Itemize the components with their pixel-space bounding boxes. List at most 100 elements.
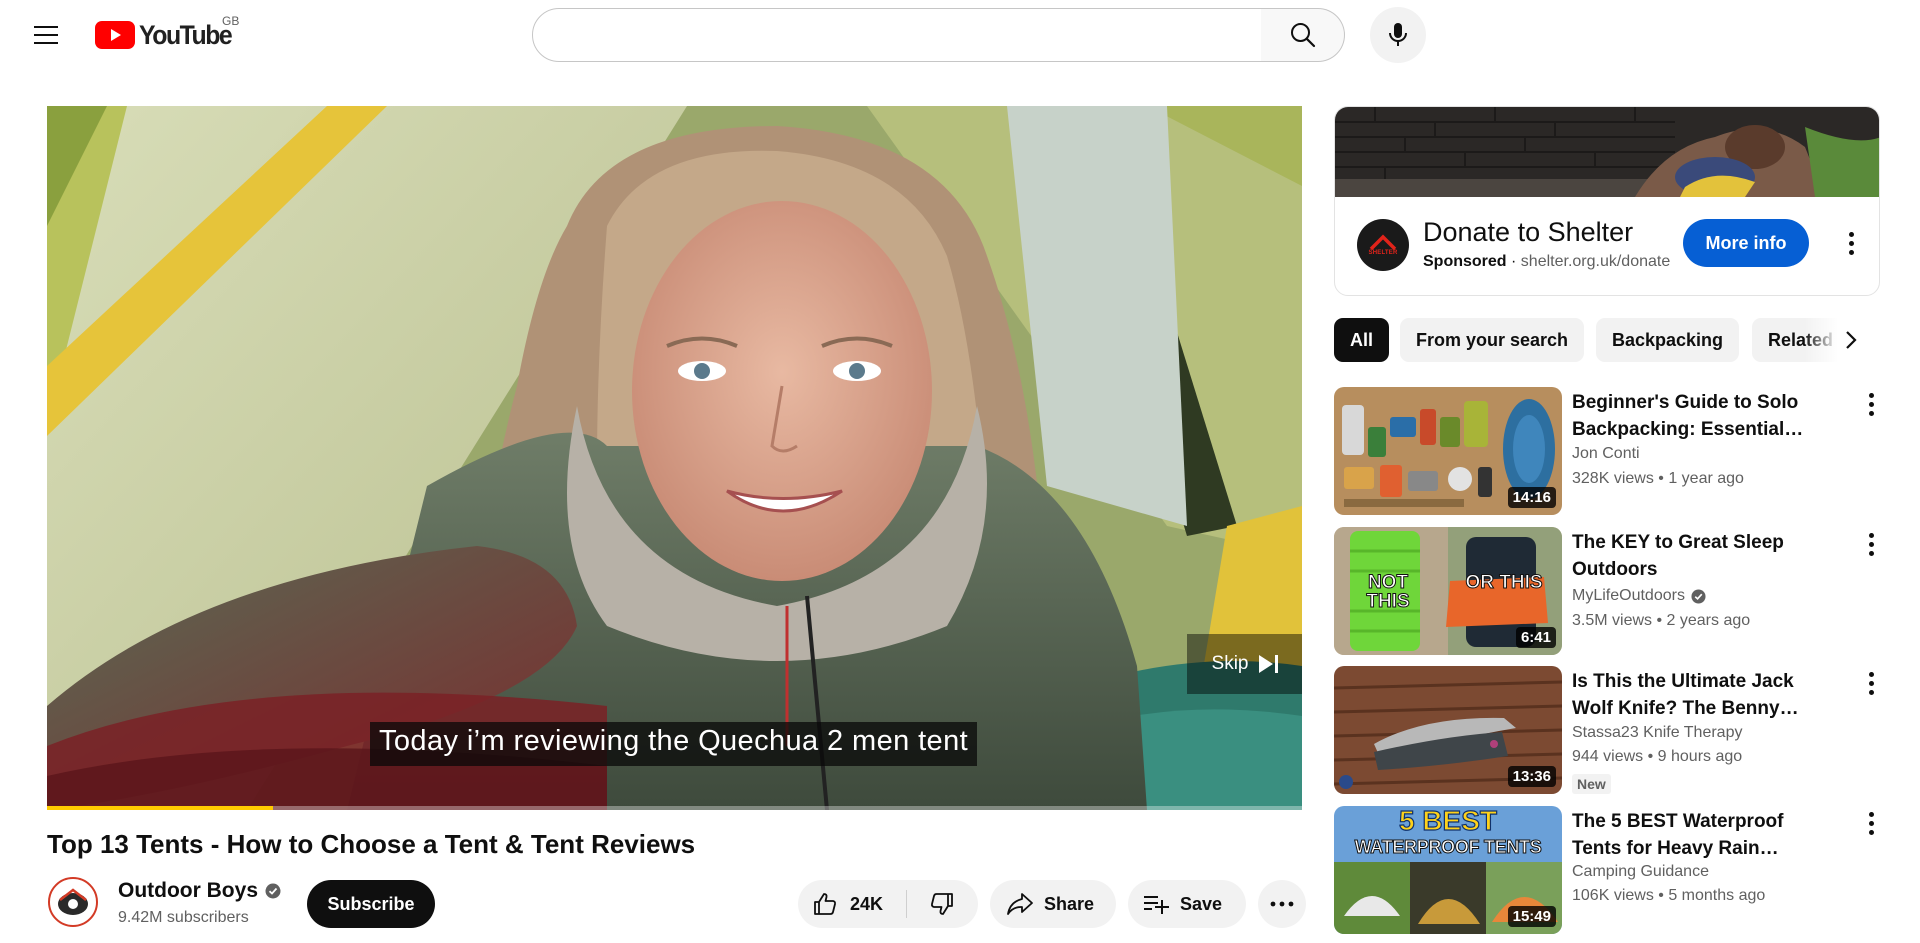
voice-search-button[interactable] [1370,7,1426,63]
search-box [532,8,1262,62]
rec-views: 944 views [1572,748,1644,765]
rec-views: 3.5M views [1572,612,1653,629]
share-label: Share [1044,893,1095,914]
like-dislike-group: 24K [798,880,978,928]
thumb-text-waterproof-tents: WATERPROOF TENTS [1354,837,1542,858]
rec-menu-icon[interactable] [1856,389,1886,419]
video-frame [47,106,1302,810]
rec-age: 9 hours ago [1657,748,1743,765]
video-title-link[interactable]: Is This the Ultimate Jack Wolf Knife? Th… [1572,668,1834,722]
rec-channel[interactable]: Stassa23 Knife Therapy [1572,724,1742,742]
skip-label: Skip [1211,653,1249,674]
recommendation-item[interactable]: 14:16 Beginner's Guide to Solo Backpacki… [1334,387,1880,515]
rec-channel-name: Jon Conti [1572,445,1640,462]
thumb-text-or-this: OR THIS [1465,572,1543,593]
recommendation-item[interactable]: NOT THIS OR THIS 6:41 The KEY to Great S… [1334,527,1880,655]
rec-channel[interactable]: Camping Guidance [1572,863,1709,881]
ad-title: Donate to Shelter [1423,217,1634,247]
thumb-text-not-this: NOT THIS [1366,572,1410,612]
save-button[interactable]: Save [1128,880,1246,928]
more-info-button[interactable]: More info [1683,219,1809,267]
like-count: 24K [850,893,884,914]
rec-views: 328K views [1572,470,1654,487]
rec-channel[interactable]: Jon Conti [1572,445,1640,463]
filter-chips: All From your search Backpacking Related [1334,318,1880,362]
sponsored-label: Sponsored [1423,253,1507,270]
logo-wordmark: YouTube [139,19,233,50]
share-icon [1007,893,1033,915]
microphone-icon [1389,23,1407,46]
video-caption: Today i’m reviewing the Quechua 2 men te… [370,722,978,766]
owner-row: Outdoor Boys 9.42M subscribers Subscribe… [47,876,1306,932]
masthead: YouTube GB [0,0,1920,70]
video-title-link[interactable]: Beginner's Guide to Solo Backpacking: Es… [1572,389,1834,443]
verified-icon [265,883,281,899]
video-title: Top 13 Tents - How to Choose a Tent & Te… [47,829,696,859]
ad-menu-icon[interactable] [1836,228,1866,258]
house-icon [1369,234,1397,250]
region-code: GB [222,14,240,28]
like-button[interactable]: 24K [798,880,906,928]
chevron-right-icon[interactable] [1834,323,1868,357]
rec-channel-name: Stassa23 Knife Therapy [1572,724,1743,741]
rec-channel[interactable]: MyLifeOutdoors [1572,587,1706,605]
progress-bar[interactable] [47,806,1302,810]
ad-meta: Sponsored · shelter.org.uk/donate [1423,253,1670,271]
video-thumbnail: NOT THIS OR THIS 6:41 [1334,527,1562,655]
rec-channel-name: MyLifeOutdoors [1572,587,1685,604]
youtube-play-icon [95,21,135,49]
rec-views: 106K views [1572,887,1654,904]
shelter-logo-text: SHELTER [1368,250,1398,256]
shelter-logo: SHELTER [1357,219,1409,271]
sponsored-ad-card[interactable]: SHELTER Donate to Shelter Sponsored · sh… [1334,106,1880,296]
ad-banner-image [1335,107,1879,197]
rec-channel-name: Camping Guidance [1572,863,1709,880]
channel-name-text: Outdoor Boys [118,879,258,902]
thumb-text-5-best: 5 BEST [1398,806,1498,836]
video-title-link[interactable]: The 5 BEST Waterproof Tents for Heavy Ra… [1572,808,1834,862]
ad-domain: shelter.org.uk/donate [1520,253,1671,270]
video-duration: 15:49 [1507,906,1556,927]
video-duration: 13:36 [1507,766,1556,787]
dislike-button[interactable] [907,880,977,928]
search-icon [1290,23,1315,48]
rec-age: 5 months ago [1668,887,1766,904]
new-badge: New [1572,774,1611,794]
search-input[interactable] [533,9,1261,61]
rec-menu-icon[interactable] [1856,808,1886,838]
video-thumbnail: 13:36 [1334,666,1562,794]
recommendation-item[interactable]: 13:36 Is This the Ultimate Jack Wolf Kni… [1334,666,1880,794]
chip-from-your-search[interactable]: From your search [1400,318,1585,362]
more-horizontal-icon [1270,901,1294,907]
skip-next-icon [1259,655,1279,673]
video-duration: 14:16 [1507,487,1556,508]
rec-menu-icon[interactable] [1856,529,1886,559]
search-button[interactable] [1261,8,1345,62]
chip-all[interactable]: All [1334,318,1390,362]
progress-bar-fill [47,806,273,810]
verified-icon [1691,588,1706,604]
recommendation-item[interactable]: 5 BEST WATERPROOF TENTS 15:49 The 5 BEST… [1334,806,1880,934]
save-label: Save [1180,893,1223,914]
video-duration: 6:41 [1515,627,1556,648]
rec-age: 1 year ago [1668,470,1744,487]
video-title-link[interactable]: The KEY to Great Sleep Outdoors [1572,529,1834,583]
channel-avatar[interactable] [47,876,99,928]
menu-icon[interactable] [22,15,70,55]
rec-menu-icon[interactable] [1856,668,1886,698]
share-button[interactable]: Share [990,880,1116,928]
skip-ad-button[interactable]: Skip [1187,634,1302,694]
ad-meta-separator: · [1511,253,1517,270]
video-thumbnail: 14:16 [1334,387,1562,515]
rec-age: 2 years ago [1666,612,1751,629]
rec-meta: 328K views • 1 year ago [1572,470,1744,487]
thumbs-up-icon [814,893,836,915]
more-actions-button[interactable] [1258,880,1306,928]
rec-meta: 106K views • 5 months ago [1572,887,1766,904]
channel-name[interactable]: Outdoor Boys [118,879,281,903]
chip-backpacking[interactable]: Backpacking [1596,318,1740,362]
video-player[interactable]: Skip Today i’m reviewing the Quechua 2 m… [47,106,1302,810]
youtube-logo[interactable]: YouTube [95,20,239,50]
subscriber-count: 9.42M subscribers [118,909,249,926]
subscribe-button[interactable]: Subscribe [307,880,435,928]
